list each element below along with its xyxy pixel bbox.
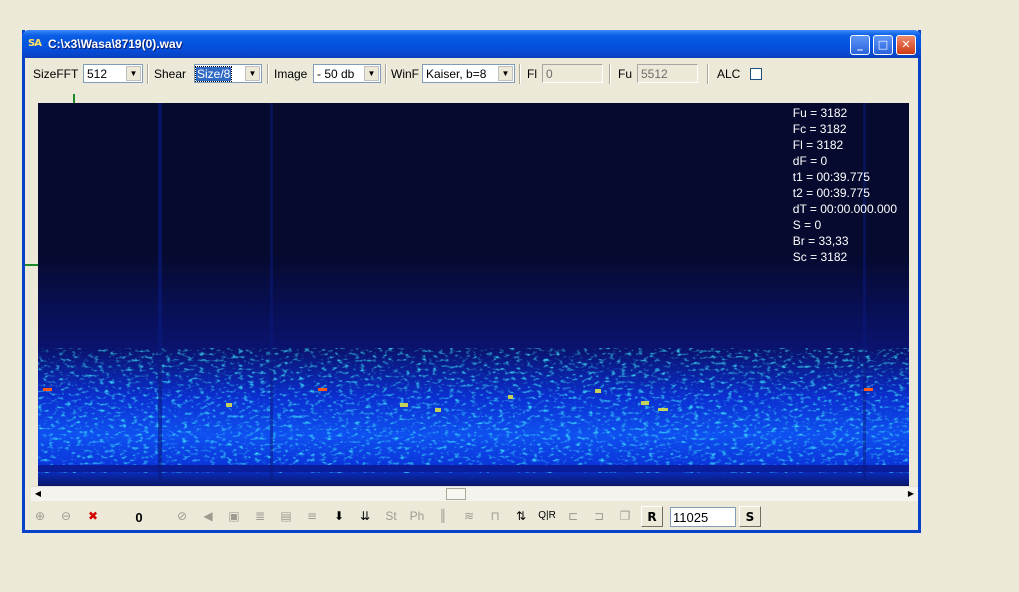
shear-select[interactable]: Size/8 ▼	[194, 64, 262, 83]
minimize-button[interactable]: _	[850, 35, 870, 55]
sizefft-select[interactable]: 512 ▼	[83, 64, 143, 83]
close-button[interactable]: ✕	[896, 35, 916, 55]
scroll-thumb[interactable]	[446, 488, 466, 500]
fl-label: Fl	[527, 67, 537, 81]
image-value: - 50 db	[317, 67, 355, 81]
maximize-button[interactable]: □	[873, 35, 893, 55]
zoom-in-icon[interactable]: ⊕	[29, 506, 51, 527]
ph-button[interactable]: Ph	[406, 506, 428, 527]
readout-fu: Fu = 3182	[792, 106, 848, 120]
s-button[interactable]: S	[739, 506, 761, 527]
toolbar-divider	[519, 64, 521, 84]
alc-label: ALC	[717, 67, 741, 81]
fl-field: 0	[542, 64, 603, 83]
readout-fl: Fl = 3182	[792, 138, 844, 152]
toolbar-divider	[609, 64, 611, 84]
chevron-down-icon[interactable]: ▼	[245, 66, 260, 81]
image-select[interactable]: - 50 db ▼	[313, 64, 381, 83]
fu-label: Fu	[618, 67, 633, 81]
alc-checkbox[interactable]	[750, 68, 762, 80]
winf-value: Kaiser, b=8	[426, 67, 487, 81]
sizefft-label: SizeFFT	[33, 67, 79, 81]
pulse-icon[interactable]: ⊓	[484, 506, 506, 527]
reset-zoom-icon[interactable]: ✖	[82, 506, 104, 527]
readout-br: Br = 33,33	[792, 234, 849, 248]
waveform-icon[interactable]: ≋	[458, 506, 480, 527]
readout-fc: Fc = 3182	[792, 122, 847, 136]
toolbar-divider	[385, 64, 387, 84]
cursor-readout: Fu = 3182 Fc = 3182 Fl = 3182 dF = 0 t1 …	[793, 105, 897, 265]
spectrogram-canvas[interactable]: Fu = 3182 Fc = 3182 Fl = 3182 dF = 0 t1 …	[38, 103, 909, 486]
scroll-right-icon[interactable]: ▶	[904, 487, 918, 501]
r-button[interactable]: R	[641, 506, 663, 527]
multi-down-arrow-icon[interactable]: ⇊	[354, 506, 376, 527]
settings-toolbar: SizeFFT 512 ▼ Shear Size/8 ▼ Image - 50 …	[25, 60, 918, 88]
spectrogram-image	[38, 103, 909, 486]
fu-field: 5512	[637, 64, 698, 83]
speaker-icon[interactable]: ◀	[197, 506, 219, 527]
selection-counter: 0	[135, 510, 143, 525]
chevron-down-icon[interactable]: ▼	[126, 66, 141, 81]
toolbar-divider	[267, 64, 269, 84]
copy-icon[interactable]: ❐	[614, 506, 636, 527]
chevron-down-icon[interactable]: ▼	[364, 66, 379, 81]
title-bar[interactable]: SA C:\x3\Wasa\8719(0).wav _ □ ✕	[22, 30, 921, 58]
stop-icon[interactable]: ▣	[223, 506, 245, 527]
st-button[interactable]: St	[380, 506, 402, 527]
filter-icon[interactable]: ≣	[249, 506, 271, 527]
time-cursor-marker[interactable]	[73, 94, 75, 103]
scroll-left-icon[interactable]: ◀	[31, 487, 45, 501]
up-down-arrow-icon[interactable]: ⇅	[510, 506, 532, 527]
readout-df: dF = 0	[792, 154, 828, 168]
toolbar-divider	[707, 64, 709, 84]
down-arrow-icon[interactable]: ⬇	[328, 506, 350, 527]
sizefft-value: 512	[87, 67, 108, 81]
readout-s: S = 0	[792, 218, 822, 232]
no-entry-icon[interactable]: ⊘	[171, 506, 193, 527]
readout-dt: dT = 00:00.000.000	[792, 202, 897, 216]
bottom-toolbar: ⊕ ⊖ ✖ 0 ⊘ ◀ ▣ ≣ ▤ ≡ ⬇ ⇊ St Ph ║ ≋ ⊓ ⇅ Q|…	[25, 503, 918, 530]
shear-label: Shear	[154, 67, 187, 81]
chevron-down-icon[interactable]: ▼	[498, 66, 513, 81]
shear-value: Size/8	[194, 66, 233, 82]
winf-select[interactable]: Kaiser, b=8 ▼	[422, 64, 515, 83]
fu-value: 5512	[641, 67, 668, 81]
sample-rate-input[interactable]: 11025	[670, 507, 736, 527]
toolbar-divider	[147, 64, 149, 84]
window-title: C:\x3\Wasa\8719(0).wav	[48, 37, 183, 51]
readout-t1: t1 = 00:39.775	[792, 170, 870, 184]
readout-t2: t2 = 00:39.775	[792, 186, 870, 200]
readout-sc: Sc = 3182	[792, 250, 848, 264]
qr-button[interactable]: Q|R	[536, 506, 558, 527]
step-icon[interactable]: ⊏	[562, 506, 584, 527]
app-icon: SA	[28, 38, 42, 49]
page-icon[interactable]: ▤	[275, 506, 297, 527]
zoom-out-icon[interactable]: ⊖	[55, 506, 77, 527]
bars-icon[interactable]: ║	[432, 506, 454, 527]
frequency-cursor-marker[interactable]	[25, 264, 38, 266]
horizontal-scrollbar[interactable]: ◀ ▶	[31, 486, 918, 501]
winf-label: WinF	[391, 67, 419, 81]
image-label: Image	[274, 67, 308, 81]
grid-icon[interactable]: ≡	[301, 506, 323, 527]
analyzer-window: SA C:\x3\Wasa\8719(0).wav _ □ ✕ SizeFFT …	[22, 30, 921, 533]
notch-icon[interactable]: ⊐	[588, 506, 610, 527]
fl-value: 0	[546, 67, 553, 81]
